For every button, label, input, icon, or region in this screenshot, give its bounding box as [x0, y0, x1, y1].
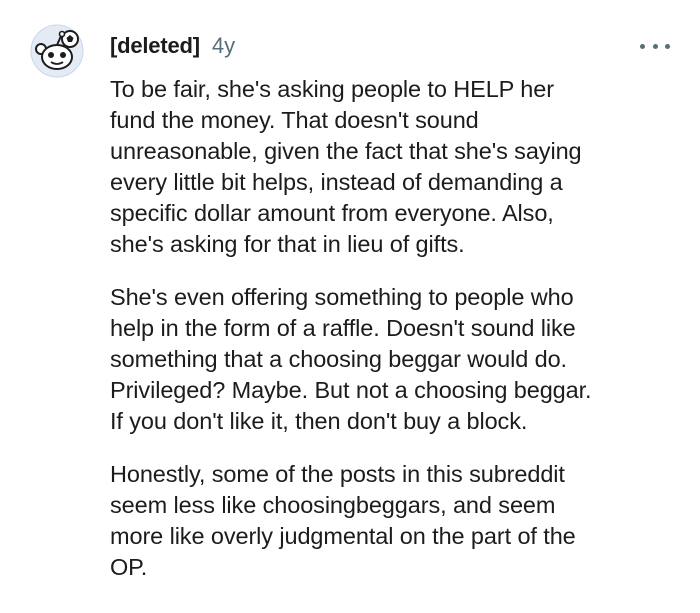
- comment-paragraph: Honestly, some of the posts in this subr…: [110, 459, 675, 583]
- author-name[interactable]: [deleted]: [110, 33, 200, 59]
- more-options-icon-dot: [652, 43, 658, 49]
- text-line: more like overly judgmental on the part …: [110, 523, 576, 549]
- text-line: She's even offering something to people …: [110, 284, 574, 310]
- snoo-avatar-icon: [30, 24, 84, 78]
- user-avatar[interactable]: [30, 24, 84, 78]
- text-line: To be fair, she's asking people to HELP …: [110, 76, 554, 102]
- text-line: unreasonable, given the fact that she's …: [110, 138, 582, 164]
- comment-header: [deleted] 4y: [110, 33, 235, 63]
- more-options-icon: [640, 43, 645, 49]
- text-line: fund the money. That doesn't sound: [110, 107, 479, 133]
- text-line: seem less like choosingbeggars, and seem: [110, 492, 556, 518]
- text-line: If you don't like it, then don't buy a b…: [110, 408, 528, 434]
- text-line: she's asking for that in lieu of gifts.: [110, 231, 465, 257]
- more-options-icon-dot: [665, 43, 670, 49]
- text-line: specific dollar amount from everyone. Al…: [110, 200, 554, 226]
- text-line: OP.: [110, 554, 148, 580]
- text-line: help in the form of a raffle. Doesn't so…: [110, 315, 576, 341]
- comment-body: To be fair, she's asking people to HELP …: [110, 74, 675, 605]
- comment-paragraph: She's even offering something to people …: [110, 282, 675, 437]
- comment-paragraph: To be fair, she's asking people to HELP …: [110, 74, 675, 260]
- text-line: something that a choosing beggar would d…: [110, 346, 567, 372]
- text-line: Honestly, some of the posts in this subr…: [110, 461, 565, 487]
- comment-age[interactable]: 4y: [212, 33, 235, 59]
- more-options-button[interactable]: [640, 36, 670, 56]
- comment: [deleted] 4y To be fair, she's asking pe…: [0, 0, 700, 613]
- text-line: Privileged? Maybe. But not a choosing be…: [110, 377, 592, 403]
- text-line: every little bit helps, instead of deman…: [110, 169, 563, 195]
